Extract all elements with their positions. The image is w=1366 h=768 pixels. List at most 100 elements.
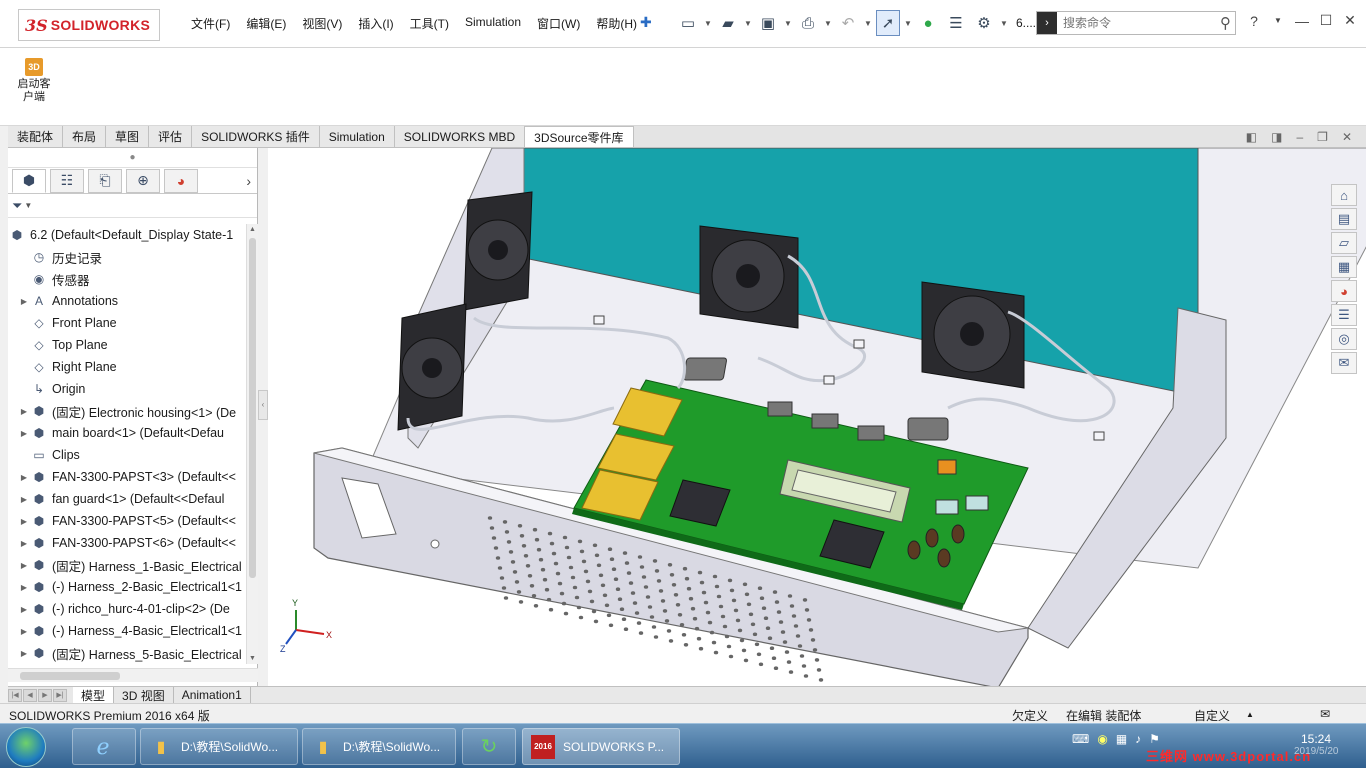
expand-arrow-icon[interactable]: ▶ bbox=[18, 517, 30, 526]
menu-edit[interactable]: 编辑(E) bbox=[238, 15, 294, 32]
taskbar-refresh-app[interactable]: ↻ bbox=[462, 728, 516, 765]
tile-right-icon[interactable]: ◨ bbox=[1271, 130, 1282, 144]
last-tab-icon[interactable]: ▶| bbox=[53, 688, 67, 702]
search-input[interactable] bbox=[1057, 16, 1197, 30]
tab-evaluate[interactable]: 评估 bbox=[149, 126, 193, 147]
tree-item[interactable]: ◉ 传感器 bbox=[8, 268, 246, 290]
maximize-icon[interactable]: ☐ bbox=[1317, 12, 1335, 29]
tab-animation1[interactable]: Animation1 bbox=[174, 687, 251, 703]
network-icon[interactable]: ▦ bbox=[1116, 732, 1127, 746]
doc-restore-icon[interactable]: ❐ bbox=[1317, 130, 1328, 144]
taskbar-internet-explorer[interactable]: ℯ bbox=[72, 728, 136, 765]
tree-item[interactable]: ◇ Top Plane bbox=[8, 334, 246, 356]
taskbar-explorer-2[interactable]: ▮ D:\教程\SolidWo... bbox=[302, 728, 456, 765]
panel-splitter-handle[interactable]: ‹ bbox=[258, 390, 268, 420]
command-prompt-icon[interactable]: › bbox=[1037, 12, 1057, 34]
tree-item[interactable]: ▶ ⬢ (固定) Harness_1-Basic_Electrical bbox=[8, 554, 246, 576]
keyboard-icon[interactable]: ⌨ bbox=[1072, 732, 1089, 746]
view-palette-icon[interactable]: ▦ bbox=[1331, 256, 1357, 278]
graphics-area[interactable]: ⌕ ⌕ ⇲ ◩ ✎ ◈ ▼ ⬡ ▼ ◉ ▼ ◕ ◒ ▼ ▭ ▼ bbox=[268, 148, 1366, 686]
minimize-icon[interactable]: — bbox=[1293, 13, 1311, 29]
chevron-down-icon[interactable]: ▼ bbox=[744, 19, 752, 28]
chevron-down-icon[interactable]: ▼ bbox=[1269, 16, 1287, 25]
tree-filter[interactable]: ⏷ ▼ bbox=[8, 194, 257, 218]
chevron-down-icon[interactable]: ▼ bbox=[864, 19, 872, 28]
tab-3dsource-library[interactable]: 3DSource零件库 bbox=[525, 126, 634, 147]
menu-file[interactable]: 文件(F) bbox=[183, 15, 238, 32]
feature-manager-tab-icon[interactable]: ⬢ bbox=[12, 168, 46, 193]
menu-insert[interactable]: 插入(I) bbox=[350, 15, 401, 32]
tree-root-assembly[interactable]: ⬢ 6.2 (Default<Default_Display State-1 bbox=[8, 224, 246, 246]
tree-item[interactable]: ▶ ⬢ (-) Harness_4-Basic_Electrical1<1 bbox=[8, 620, 246, 642]
expand-arrow-icon[interactable]: ▶ bbox=[18, 297, 30, 306]
print-icon[interactable]: ⎙ bbox=[796, 10, 820, 36]
tab-sketch[interactable]: 草图 bbox=[106, 126, 150, 147]
file-explorer-icon[interactable]: ▱ bbox=[1331, 232, 1357, 254]
expand-arrow-icon[interactable]: ▶ bbox=[18, 473, 30, 482]
search-icon[interactable]: ⚲ bbox=[1220, 14, 1231, 32]
home-icon[interactable]: ⌂ bbox=[1331, 184, 1357, 206]
pin-icon[interactable]: ✚ bbox=[640, 14, 654, 30]
chevron-down-icon[interactable]: ▼ bbox=[904, 19, 912, 28]
expand-arrow-icon[interactable]: ▶ bbox=[18, 561, 30, 570]
doc-minimize-icon[interactable]: – bbox=[1296, 130, 1303, 144]
tab-assembly[interactable]: 装配体 bbox=[8, 126, 64, 147]
tab-layout[interactable]: 布局 bbox=[63, 126, 107, 147]
first-tab-icon[interactable]: |◀ bbox=[8, 688, 22, 702]
tab-3d-views[interactable]: 3D 视图 bbox=[114, 687, 174, 703]
tree-item[interactable]: ◇ Right Plane bbox=[8, 356, 246, 378]
dimxpert-manager-tab-icon[interactable]: ⊕ bbox=[126, 168, 160, 193]
display-manager-tab-icon[interactable]: ◕ bbox=[164, 168, 198, 193]
appearances-icon[interactable]: ◕ bbox=[1331, 280, 1357, 302]
chevron-up-icon[interactable]: ▲ bbox=[1246, 710, 1254, 719]
flag-icon[interactable]: ⚑ bbox=[1149, 732, 1160, 746]
tab-model[interactable]: 模型 bbox=[73, 687, 115, 703]
scroll-down-icon[interactable]: ▼ bbox=[247, 655, 258, 662]
menu-tools[interactable]: 工具(T) bbox=[402, 15, 457, 32]
panel-grip-icon[interactable]: ● bbox=[8, 148, 257, 168]
file-properties-icon[interactable]: ☰ bbox=[944, 10, 968, 36]
help-icon[interactable]: ? bbox=[1245, 13, 1263, 29]
tree-item[interactable]: ◷ 历史记录 bbox=[8, 246, 246, 268]
expand-arrow-icon[interactable]: ▶ bbox=[18, 583, 30, 592]
doc-close-icon[interactable]: ✕ bbox=[1342, 130, 1352, 144]
close-icon[interactable]: ✕ bbox=[1341, 12, 1359, 29]
expand-arrow-icon[interactable]: ▶ bbox=[18, 429, 30, 438]
tree-item[interactable]: ▶ ⬢ (-) richco_hurc-4-01-clip<2> (De bbox=[8, 598, 246, 620]
expand-arrow-icon[interactable]: ▶ bbox=[18, 539, 30, 548]
volume-icon[interactable]: ♪ bbox=[1135, 732, 1141, 746]
select-pointer-icon[interactable]: ➚ bbox=[876, 10, 900, 36]
options-gear-icon[interactable]: ⚙ bbox=[972, 10, 996, 36]
expand-arrow-icon[interactable]: ▶ bbox=[18, 649, 30, 658]
tree-item[interactable]: ▶ ⬢ (-) Harness_2-Basic_Electrical1<1 bbox=[8, 576, 246, 598]
expand-arrow-icon[interactable]: ▶ bbox=[18, 627, 30, 636]
rebuild-traffic-light-icon[interactable]: ● bbox=[916, 10, 940, 36]
expand-arrow-icon[interactable]: ▶ bbox=[18, 605, 30, 614]
tree-item[interactable]: ▶ A Annotations bbox=[8, 290, 246, 312]
expand-arrow-icon[interactable]: ▶ bbox=[18, 407, 30, 416]
status-chat-icon[interactable]: ✉ bbox=[1320, 707, 1330, 721]
menu-help[interactable]: 帮助(H) bbox=[588, 15, 645, 32]
start-button-icon[interactable] bbox=[6, 727, 46, 767]
tree-item[interactable]: ▶ ⬢ (固定) Electronic housing<1> (De bbox=[8, 400, 246, 422]
h-scroll-thumb[interactable] bbox=[20, 672, 120, 680]
launch-client-button[interactable]: 3D 启动客 户端 bbox=[12, 58, 56, 104]
antivirus-icon[interactable]: ◉ bbox=[1097, 732, 1107, 746]
tree-item[interactable]: ▶ ⬢ FAN-3300-PAPST<3> (Default<< bbox=[8, 466, 246, 488]
new-document-icon[interactable]: ▭ bbox=[676, 10, 700, 36]
menu-simulation[interactable]: Simulation bbox=[457, 15, 529, 32]
expand-arrow-icon[interactable]: ▶ bbox=[18, 495, 30, 504]
tree-horizontal-scrollbar[interactable] bbox=[8, 668, 258, 682]
chevron-down-icon[interactable]: ▼ bbox=[704, 19, 712, 28]
taskbar-explorer-1[interactable]: ▮ D:\教程\SolidWo... bbox=[140, 728, 298, 765]
tile-left-icon[interactable]: ◧ bbox=[1246, 130, 1257, 144]
design-library-icon[interactable]: ▤ bbox=[1331, 208, 1357, 230]
solidworks-logo[interactable]: 3S SOLIDWORKS bbox=[18, 9, 160, 41]
menu-view[interactable]: 视图(V) bbox=[294, 15, 350, 32]
tree-item[interactable]: ▭ Clips bbox=[8, 444, 246, 466]
tree-item[interactable]: ◇ Front Plane bbox=[8, 312, 246, 334]
tab-solidworks-addins[interactable]: SOLIDWORKS 插件 bbox=[192, 126, 320, 147]
chat-icon[interactable]: ✉ bbox=[1331, 352, 1357, 374]
menu-window[interactable]: 窗口(W) bbox=[529, 15, 588, 32]
scroll-thumb[interactable] bbox=[249, 238, 256, 578]
